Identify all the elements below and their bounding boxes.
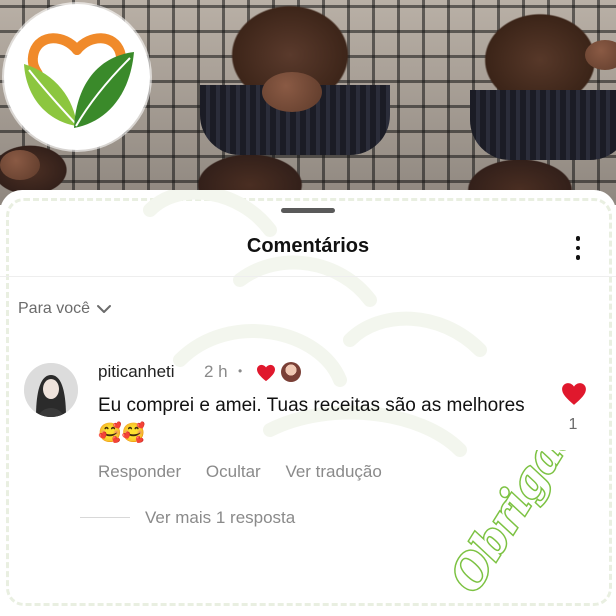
signature-obrigada: Obrigada! (440, 450, 616, 600)
comment-text: Eu comprei e amei. Tuas receitas são as … (98, 395, 525, 444)
more-options-icon[interactable] (568, 234, 588, 262)
creator-liked-heart-icon (257, 364, 275, 382)
drag-handle[interactable] (281, 208, 335, 213)
filter-label: Para você (18, 300, 91, 317)
sheet-title: Comentários (246, 235, 370, 257)
hide-button[interactable]: Ocultar (206, 462, 261, 481)
avatar[interactable] (24, 363, 78, 417)
separator-dot: • (238, 364, 243, 378)
creator-avatar (281, 362, 301, 382)
sort-filter-dropdown[interactable]: Para você (18, 300, 112, 318)
brand-logo (4, 4, 150, 150)
comment-username[interactable]: piticanheti (98, 362, 175, 382)
like-count: 1 (568, 416, 578, 433)
chocolate-chip (585, 40, 616, 70)
signature-text: Obrigada! (441, 450, 615, 600)
translate-button[interactable]: Ver tradução (285, 462, 381, 481)
replies-indent-line (80, 517, 130, 518)
comment-actions: Responder Ocultar Ver tradução (98, 462, 402, 482)
chevron-down-icon (97, 305, 112, 313)
cupcake-liner (470, 90, 616, 160)
chocolate-chip (262, 72, 322, 112)
header-divider (0, 276, 616, 277)
like-heart-icon[interactable] (561, 382, 587, 406)
comment-timestamp: 2 h (204, 362, 228, 381)
reply-button[interactable]: Responder (98, 462, 181, 481)
view-more-replies-button[interactable]: Ver mais 1 resposta (145, 508, 295, 528)
chocolate-chip (0, 150, 40, 180)
